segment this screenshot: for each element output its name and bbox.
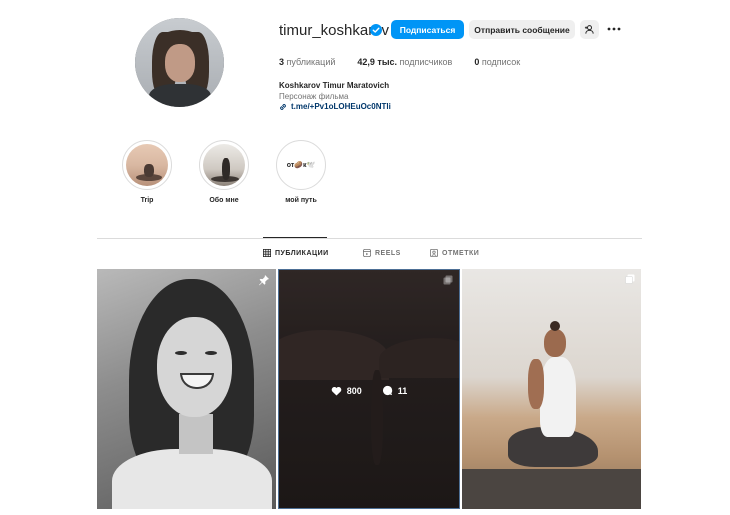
followers-label: подписчиков bbox=[399, 57, 453, 67]
highlight-cover bbox=[203, 144, 245, 186]
post-metrics: 800 11 bbox=[279, 385, 459, 396]
highlight-cover-text: от🥔к🕊️ bbox=[280, 144, 322, 186]
post-photo-arm bbox=[528, 359, 544, 409]
bio-link-text: t.me/+Pv1oLOHEuOc0NTli bbox=[291, 102, 391, 111]
following-stat[interactable]: 0 подписок bbox=[474, 57, 520, 67]
post-photo-eye bbox=[205, 351, 217, 355]
carousel-icon bbox=[443, 275, 453, 285]
highlight-label: Trip bbox=[140, 197, 154, 204]
post-photo-neck bbox=[179, 414, 213, 454]
tagged-icon bbox=[430, 249, 438, 257]
followers-count: 42,9 тыс. bbox=[357, 57, 398, 67]
link-icon bbox=[280, 103, 286, 110]
avatar-shirt bbox=[149, 84, 211, 107]
highlight-cover bbox=[126, 144, 168, 186]
profile-category: Персонаж фильма bbox=[279, 92, 349, 101]
post-photo-eye bbox=[175, 351, 187, 355]
post-photo-shirt bbox=[112, 449, 272, 509]
full-name: Koshkarov Timur Maratovich bbox=[279, 81, 390, 90]
reels-icon bbox=[363, 249, 371, 257]
comments-count: 11 bbox=[397, 385, 408, 396]
comments-metric: 11 bbox=[382, 385, 408, 396]
tab-tagged-label: ОТМЕТКИ bbox=[442, 249, 480, 257]
suggest-similar-button[interactable] bbox=[580, 20, 599, 39]
add-user-icon bbox=[584, 25, 594, 34]
tab-reels-label: REELS bbox=[375, 249, 401, 257]
carousel-icon bbox=[625, 274, 635, 284]
grid-icon bbox=[263, 249, 271, 257]
posts-label: публикаций bbox=[286, 57, 336, 67]
profile-stats: 3 публикаций 42,9 тыс. подписчиков 0 под… bbox=[279, 57, 542, 67]
post-photo-face bbox=[157, 317, 232, 417]
post-tile-2[interactable]: 800 11 bbox=[278, 269, 460, 509]
tab-posts[interactable]: ПУБЛИКАЦИИ bbox=[263, 249, 329, 257]
heart-icon bbox=[331, 386, 342, 396]
tab-tagged[interactable]: ОТМЕТКИ bbox=[430, 249, 479, 257]
highlight-trip[interactable]: Trip bbox=[122, 140, 172, 204]
followers-stat[interactable]: 42,9 тыс. подписчиков bbox=[357, 57, 452, 67]
post-tile-1[interactable] bbox=[97, 269, 276, 509]
send-message-button[interactable]: Отправить сообщение bbox=[469, 20, 575, 39]
verified-badge-icon bbox=[370, 24, 382, 36]
highlight-about-me[interactable]: Обо мне bbox=[199, 140, 249, 204]
highlight-ring: от🥔к🕊️ bbox=[276, 140, 326, 190]
likes-metric: 800 bbox=[331, 385, 362, 396]
profile-avatar[interactable] bbox=[135, 18, 224, 107]
likes-count: 800 bbox=[346, 385, 362, 396]
post-photo-head bbox=[544, 329, 566, 357]
pin-icon bbox=[259, 275, 269, 286]
posts-stat: 3 публикаций bbox=[279, 57, 335, 67]
follow-button[interactable]: Подписаться bbox=[391, 20, 464, 39]
highlight-ring bbox=[122, 140, 172, 190]
more-options-icon[interactable] bbox=[606, 22, 622, 36]
highlight-label: мой путь bbox=[285, 197, 317, 204]
highlight-my-path[interactable]: от🥔к🕊️ мой путь bbox=[276, 140, 326, 204]
following-label: подписок bbox=[481, 57, 521, 67]
tab-reels[interactable]: REELS bbox=[363, 249, 401, 257]
highlight-cover-figure bbox=[144, 164, 154, 177]
following-count: 0 bbox=[474, 57, 480, 67]
comment-icon bbox=[382, 385, 392, 396]
highlight-cover-figure bbox=[222, 158, 230, 180]
avatar-face bbox=[165, 44, 195, 82]
bio-link[interactable]: t.me/+Pv1oLOHEuOc0NTli bbox=[279, 102, 391, 111]
highlight-label: Обо мне bbox=[209, 197, 239, 204]
highlight-ring bbox=[199, 140, 249, 190]
tab-posts-label: ПУБЛИКАЦИИ bbox=[275, 249, 329, 257]
posts-count: 3 bbox=[279, 57, 285, 67]
active-tab-indicator bbox=[263, 237, 327, 238]
post-photo-mat bbox=[462, 469, 641, 509]
post-photo-figure bbox=[508, 321, 598, 469]
tabs-divider bbox=[97, 238, 642, 239]
post-photo-hair-bun bbox=[550, 321, 560, 331]
post-tile-3[interactable] bbox=[462, 269, 641, 509]
post-photo-body bbox=[540, 357, 576, 437]
